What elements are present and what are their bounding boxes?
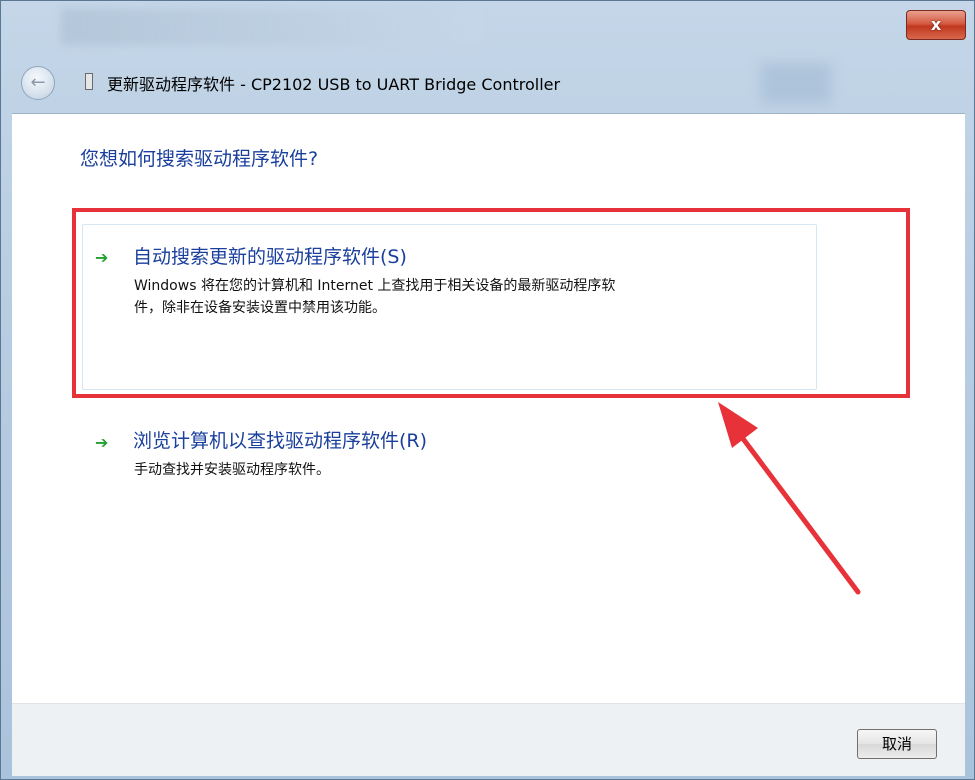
dialog-footer: 取消 — [12, 703, 965, 776]
close-button[interactable]: x — [906, 10, 966, 40]
navigation-bar: ← 更新驱动程序软件 - CP2102 USB to UART Bridge C… — [1, 53, 975, 113]
cancel-button[interactable]: 取消 — [857, 729, 937, 759]
back-arrow-icon: ← — [30, 72, 46, 93]
page-heading: 您想如何搜索驱动程序软件? — [80, 148, 319, 170]
back-button[interactable]: ← — [21, 66, 55, 100]
browse-computer-description: 手动查找并安装驱动程序软件。 — [134, 462, 330, 478]
browse-computer-option[interactable]: ➔ 浏览计算机以查找驱动程序软件(R) 手动查找并安装驱动程序软件。 — [82, 414, 817, 494]
background-blur — [61, 9, 481, 45]
highlight-box — [72, 208, 910, 398]
device-icon — [85, 73, 93, 90]
green-arrow-icon: ➔ — [95, 433, 109, 452]
window-title: 更新驱动程序软件 - CP2102 USB to UART Bridge Con… — [107, 75, 561, 94]
content-panel: 您想如何搜索驱动程序软件? ➔ 自动搜索更新的驱动程序软件(S) Windows… — [12, 113, 965, 704]
browse-computer-title: 浏览计算机以查找驱动程序软件(R) — [133, 430, 428, 452]
